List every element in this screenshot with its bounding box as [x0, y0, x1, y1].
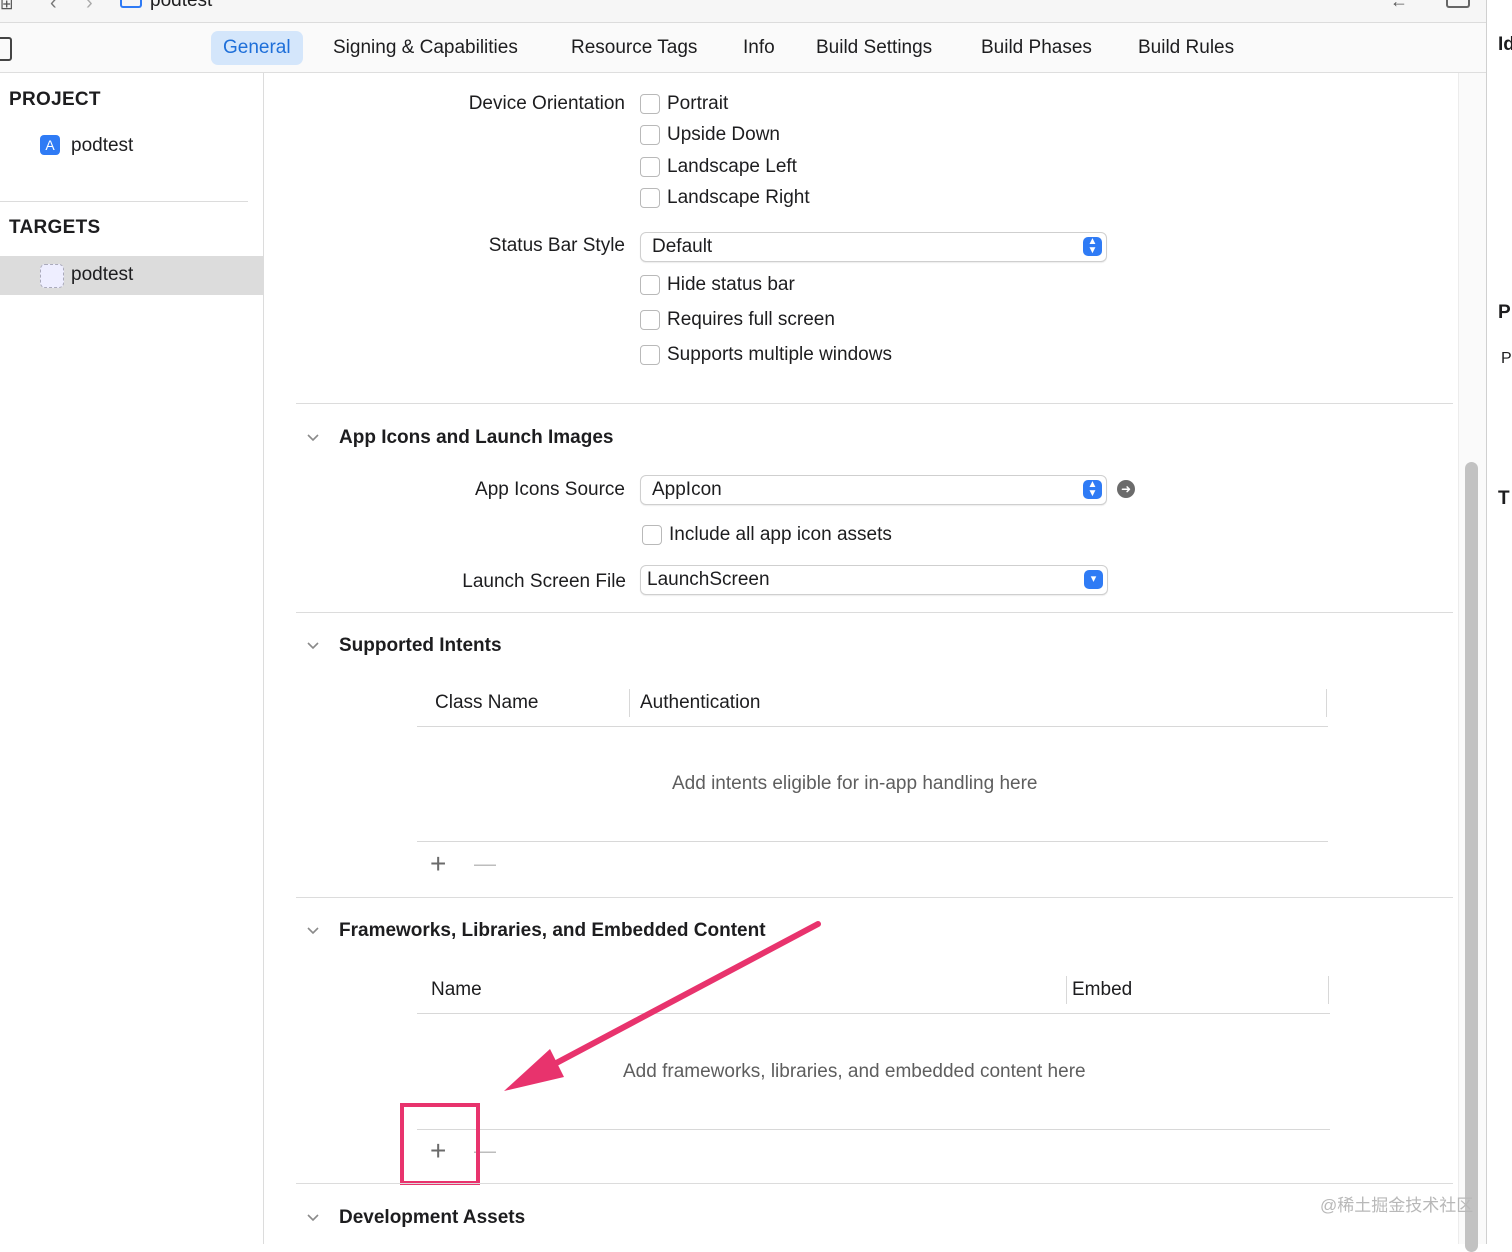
requires-full-screen-label: Requires full screen	[667, 309, 835, 330]
inspector-letter-3: P	[1501, 350, 1512, 367]
tab-build-rules[interactable]: Build Rules	[1126, 31, 1246, 65]
frameworks-column-name[interactable]: Name	[431, 979, 482, 1001]
project-header: PROJECT	[9, 89, 101, 110]
supports-multiple-windows-checkbox[interactable]	[640, 345, 660, 365]
chevron-down-icon[interactable]	[306, 1211, 320, 1225]
landscape-left-checkbox[interactable]	[640, 157, 660, 177]
upside-down-checkbox[interactable]	[640, 125, 660, 145]
project-name[interactable]: podtest	[150, 0, 212, 12]
tab-build-phases[interactable]: Build Phases	[969, 31, 1104, 65]
column-separator	[1326, 689, 1327, 717]
up-down-stepper-icon: ▲ ▼	[1083, 480, 1102, 499]
include-all-app-icons-checkbox[interactable]	[642, 525, 662, 545]
intents-column-class-name[interactable]: Class Name	[435, 692, 538, 714]
landscape-right-checkbox[interactable]	[640, 188, 660, 208]
include-all-app-icons-label: Include all app icon assets	[669, 524, 892, 545]
tab-general[interactable]: General	[211, 31, 303, 65]
chevron-down-icon[interactable]	[306, 924, 320, 938]
landscape-right-label: Landscape Right	[667, 187, 810, 208]
intents-add-button[interactable]: +	[430, 850, 446, 878]
chevron-down-icon[interactable]	[306, 431, 320, 445]
app-icons-section-title[interactable]: App Icons and Launch Images	[339, 427, 614, 449]
development-assets-section-title[interactable]: Development Assets	[339, 1207, 525, 1229]
launch-screen-file-value: LaunchScreen	[647, 569, 770, 590]
return-icon[interactable]: ←	[1390, 0, 1408, 12]
device-orientation-label: Device Orientation	[468, 93, 625, 114]
forward-arrow-icon[interactable]: ›	[86, 0, 93, 15]
back-arrow-icon[interactable]: ‹	[50, 0, 57, 15]
intents-column-authentication[interactable]: Authentication	[640, 692, 760, 714]
table-footer-line	[417, 841, 1328, 842]
split-view-icon[interactable]	[1446, 0, 1470, 8]
target-app-icon	[40, 264, 64, 288]
column-separator	[629, 689, 630, 717]
tab-resource-tags[interactable]: Resource Tags	[559, 31, 709, 65]
section-divider	[296, 897, 1453, 898]
landscape-left-label: Landscape Left	[667, 156, 797, 177]
inspector-letter-1: Id	[1498, 34, 1512, 55]
go-arrow-icon[interactable]: ➜	[1117, 480, 1135, 498]
supports-multiple-windows-label: Supports multiple windows	[667, 344, 892, 365]
toolbar: ⊞ ‹ › podtest ←	[0, 0, 1486, 23]
sidebar-item-project[interactable]: podtest	[71, 135, 133, 157]
chevron-down-icon[interactable]	[306, 639, 320, 653]
section-divider	[296, 403, 1453, 404]
watermark: @稀土掘金技术社区	[1320, 1196, 1474, 1215]
app-icons-source-popup[interactable]: AppIcon ▲ ▼	[640, 475, 1107, 505]
upside-down-label: Upside Down	[667, 124, 780, 145]
status-bar-style-value: Default	[652, 236, 713, 257]
tab-info[interactable]: Info	[731, 31, 787, 65]
up-down-stepper-icon: ▲ ▼	[1083, 237, 1102, 256]
inspector-letter-4: T	[1498, 488, 1510, 509]
column-separator	[1066, 976, 1067, 1004]
targets-header: TARGETS	[9, 217, 101, 238]
project-icon	[120, 0, 142, 8]
status-bar-style-label: Status Bar Style	[488, 235, 625, 256]
table-header-line	[417, 726, 1328, 727]
scrollbar-thumb[interactable]	[1465, 462, 1478, 1252]
portrait-checkbox[interactable]	[640, 94, 660, 114]
grid-icon[interactable]: ⊞	[0, 0, 13, 14]
status-bar-style-popup[interactable]: Default ▲ ▼	[640, 232, 1107, 262]
chevron-down-icon[interactable]: ▾	[1084, 570, 1103, 589]
inspector-panel-edge: Id P P T	[1486, 0, 1512, 1244]
highlight-box-annotation	[400, 1103, 480, 1185]
tab-build-settings[interactable]: Build Settings	[804, 31, 944, 65]
launch-screen-file-label: Launch Screen File	[462, 571, 626, 592]
hide-status-bar-label: Hide status bar	[667, 274, 795, 295]
project-navigator-sidebar: PROJECT A podtest TARGETS podtest	[0, 73, 264, 1244]
inspector-letter-2: P	[1498, 302, 1511, 323]
supported-intents-section-title[interactable]: Supported Intents	[339, 635, 502, 657]
frameworks-column-embed[interactable]: Embed	[1072, 979, 1132, 1001]
hide-status-bar-checkbox[interactable]	[640, 275, 660, 295]
app-icons-source-label: App Icons Source	[475, 479, 625, 500]
tab-signing-capabilities[interactable]: Signing & Capabilities	[321, 31, 530, 65]
table-footer-line	[417, 1129, 1330, 1130]
sidebar-toggle-icon[interactable]	[0, 37, 12, 61]
launch-screen-file-combobox[interactable]: LaunchScreen ▾	[640, 565, 1108, 595]
sidebar-item-target[interactable]: podtest	[71, 264, 133, 286]
app-project-icon: A	[40, 135, 60, 155]
section-divider	[296, 612, 1453, 613]
arrow-annotation	[504, 921, 821, 1091]
sidebar-divider	[0, 201, 248, 202]
intents-empty-placeholder: Add intents eligible for in-app handling…	[672, 773, 1038, 794]
requires-full-screen-checkbox[interactable]	[640, 310, 660, 330]
app-icons-source-value: AppIcon	[652, 479, 722, 500]
section-divider	[296, 1183, 1453, 1184]
intents-remove-button[interactable]: —	[474, 850, 496, 878]
column-separator	[1328, 976, 1329, 1004]
portrait-label: Portrait	[667, 93, 729, 114]
